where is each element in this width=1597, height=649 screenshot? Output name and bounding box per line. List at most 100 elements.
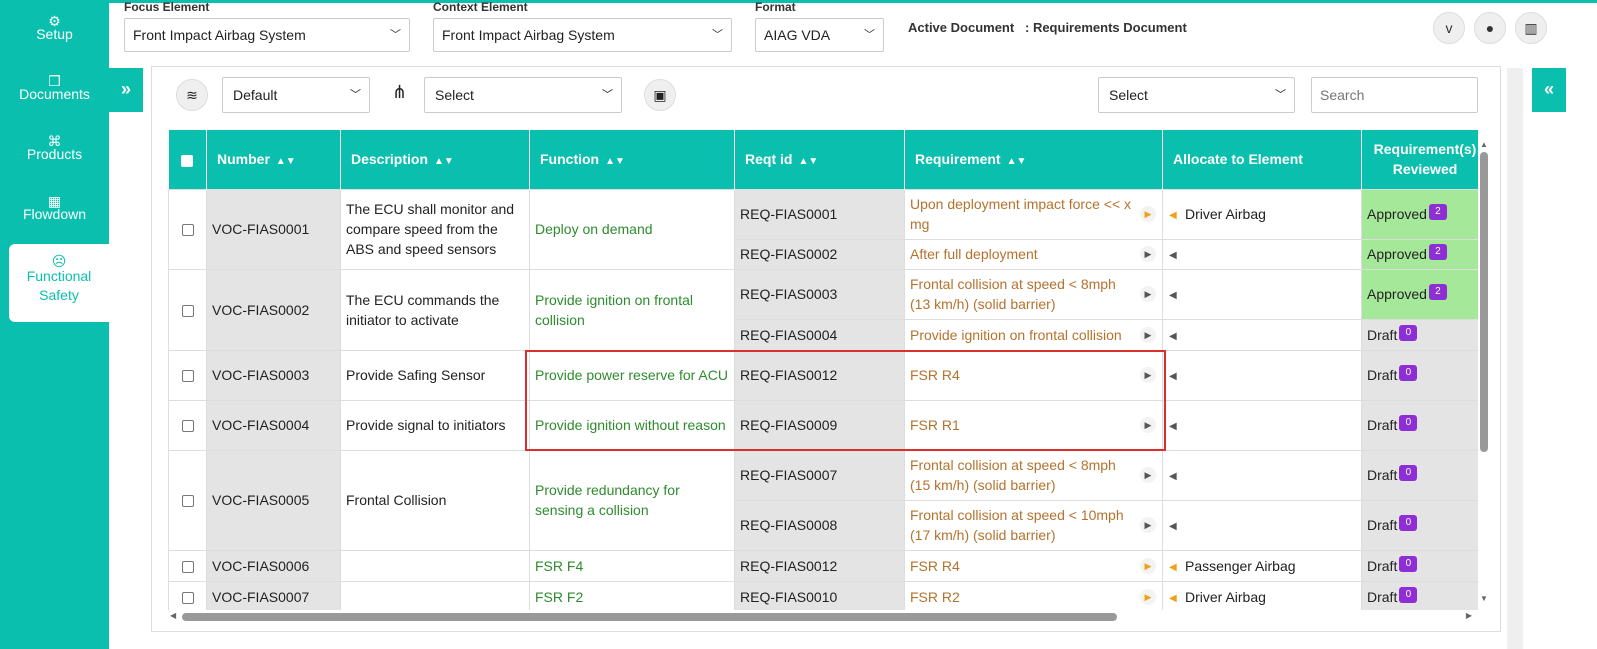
comment-badge-icon[interactable]: 0 xyxy=(1399,586,1418,603)
collapse-left-icon[interactable]: ◀ xyxy=(1169,417,1177,437)
row-checkbox[interactable] xyxy=(181,495,194,508)
row-checkbox[interactable] xyxy=(181,370,194,383)
horizontal-scrollbar[interactable]: ◀ ▶ xyxy=(168,611,1478,623)
expand-right-icon[interactable]: ▶ xyxy=(1140,286,1156,302)
row-checkbox-cell[interactable] xyxy=(168,188,207,270)
collapse-left-icon[interactable]: ◀ xyxy=(1169,589,1177,609)
row-checkbox-cell[interactable] xyxy=(168,449,207,551)
horizontal-scroll-thumb[interactable] xyxy=(182,613,1117,621)
row-checkbox[interactable] xyxy=(181,420,194,433)
chart-button[interactable]: ▥ xyxy=(1515,12,1547,44)
expand-right-icon[interactable]: ▶ xyxy=(1140,206,1156,222)
row-checkbox[interactable] xyxy=(181,591,194,604)
expand-right-icon[interactable]: ▶ xyxy=(1140,517,1156,533)
sidebar-item-flowdown[interactable]: ▦ Flowdown xyxy=(0,184,109,244)
allocate-cell[interactable]: ◀ Passenger Airbag xyxy=(1162,549,1362,582)
function-cell[interactable]: Provide ignition without reason xyxy=(529,399,735,451)
requirement-cell[interactable]: Provide ignition on frontal collision ▶ xyxy=(904,318,1163,351)
requirement-cell[interactable]: Frontal collision at speed < 10mph (17 k… xyxy=(904,499,1163,551)
row-checkbox[interactable] xyxy=(181,224,194,237)
function-cell[interactable]: FSR F2 xyxy=(529,580,735,610)
requirement-cell[interactable]: Upon deployment impact force << x mg ▶ xyxy=(904,188,1163,240)
allocate-cell[interactable]: ◀ xyxy=(1162,238,1362,270)
collapse-left-icon[interactable]: ◀ xyxy=(1169,558,1177,578)
requirement-cell[interactable]: After full deployment ▶ xyxy=(904,238,1163,270)
function-cell[interactable]: FSR F4 xyxy=(529,549,735,582)
row-checkbox-cell[interactable] xyxy=(168,549,207,582)
requirement-cell[interactable]: FSR R2 ▶ xyxy=(904,580,1163,610)
review-status-cell[interactable]: Draft 0 xyxy=(1361,399,1478,451)
requirement-cell[interactable]: Frontal collision at speed < 8mph (15 km… xyxy=(904,449,1163,501)
row-checkbox-cell[interactable] xyxy=(168,399,207,451)
collapse-left-icon[interactable]: ◀ xyxy=(1169,517,1177,537)
scroll-left-icon[interactable]: ◀ xyxy=(170,611,176,620)
row-checkbox[interactable] xyxy=(181,304,194,317)
vertical-scrollbar[interactable]: ▲ ▼ xyxy=(1478,140,1490,603)
row-checkbox-cell[interactable] xyxy=(168,349,207,401)
review-status-cell[interactable]: Approved 2 xyxy=(1361,238,1478,270)
row-checkbox[interactable] xyxy=(181,560,194,573)
allocate-cell[interactable]: ◀ xyxy=(1162,318,1362,351)
sidebar-item-setup[interactable]: ⚙ Setup xyxy=(0,4,109,64)
collapse-left-icon[interactable]: ◀ xyxy=(1169,206,1177,226)
context-element-select[interactable]: Front Impact Airbag System ﹀ xyxy=(433,18,732,52)
select-all-header[interactable] xyxy=(168,130,207,189)
expand-right-icon[interactable]: ▶ xyxy=(1140,588,1156,605)
expand-right-icon[interactable]: ▶ xyxy=(1140,326,1156,343)
review-status-cell[interactable]: Draft 0 xyxy=(1361,318,1478,351)
scroll-up-icon[interactable]: ▲ xyxy=(1478,140,1490,149)
search-input[interactable] xyxy=(1311,77,1478,113)
function-cell[interactable]: Provide power reserve for ACU xyxy=(529,349,735,401)
requirement-cell[interactable]: FSR R4 ▶ xyxy=(904,549,1163,582)
scroll-right-icon[interactable]: ▶ xyxy=(1466,611,1472,620)
view-select[interactable]: Default ﹀ xyxy=(222,77,370,113)
row-checkbox-cell[interactable] xyxy=(168,268,207,351)
allocate-cell[interactable]: ◀ xyxy=(1162,349,1362,401)
select-all-checkbox[interactable] xyxy=(181,154,194,167)
requirement-cell[interactable]: FSR R4 ▶ xyxy=(904,349,1163,401)
allocate-cell[interactable]: ◀ Driver Airbag xyxy=(1162,580,1362,610)
header-number[interactable]: Number ▲▼ xyxy=(206,130,341,189)
expand-right-icon[interactable]: ▶ xyxy=(1140,557,1156,574)
requirement-cell[interactable]: Frontal collision at speed < 8mph (13 km… xyxy=(904,268,1163,320)
scroll-down-icon[interactable]: ▼ xyxy=(1478,594,1490,603)
right-select[interactable]: Select ﹀ xyxy=(1098,77,1295,113)
comment-badge-icon[interactable]: 0 xyxy=(1399,465,1418,481)
comment-badge-icon[interactable]: 2 xyxy=(1428,204,1447,220)
collapse-left-icon[interactable]: ◀ xyxy=(1169,367,1177,387)
vertical-scroll-thumb[interactable] xyxy=(1480,152,1488,452)
comment-badge-icon[interactable]: 2 xyxy=(1428,284,1447,300)
allocate-cell[interactable]: ◀ xyxy=(1162,449,1362,501)
collapse-left-icon[interactable]: ◀ xyxy=(1169,246,1177,266)
collapse-left-icon[interactable]: ◀ xyxy=(1169,286,1177,306)
requirement-cell[interactable]: FSR R1 ▶ xyxy=(904,399,1163,451)
expand-right-button[interactable]: « xyxy=(1532,68,1566,112)
row-checkbox-cell[interactable] xyxy=(168,580,207,610)
focus-element-select[interactable]: Front Impact Airbag System ﹀ xyxy=(124,18,410,52)
allocate-cell[interactable]: ◀ Driver Airbag xyxy=(1162,188,1362,240)
allocate-cell[interactable]: ◀ xyxy=(1162,399,1362,451)
comment-badge-icon[interactable]: 0 xyxy=(1399,365,1418,381)
comment-badge-icon[interactable]: 0 xyxy=(1399,415,1418,431)
expand-right-icon[interactable]: ▶ xyxy=(1140,417,1156,433)
review-status-cell[interactable]: Draft 0 xyxy=(1361,449,1478,501)
sidebar-item-functional-safety[interactable]: ☹ Functional Safety xyxy=(9,244,109,322)
review-status-cell[interactable]: Draft 0 xyxy=(1361,549,1478,582)
drop-button[interactable]: ● xyxy=(1474,12,1506,44)
review-status-cell[interactable]: Draft 0 xyxy=(1361,580,1478,610)
header-description[interactable]: Description ▲▼ xyxy=(340,130,530,189)
vimeo-button[interactable]: v xyxy=(1433,12,1465,44)
review-status-cell[interactable]: Draft 0 xyxy=(1361,499,1478,551)
review-status-cell[interactable]: Draft 0 xyxy=(1361,349,1478,401)
collapse-left-icon[interactable]: ◀ xyxy=(1169,467,1177,487)
function-cell[interactable]: Provide redundancy for sensing a collisi… xyxy=(529,449,735,551)
flow-select[interactable]: Select ﹀ xyxy=(424,77,622,113)
expand-right-icon[interactable]: ▶ xyxy=(1140,367,1156,383)
function-cell[interactable]: Provide ignition on frontal collision xyxy=(529,268,735,351)
allocate-cell[interactable]: ◀ xyxy=(1162,499,1362,551)
expand-right-icon[interactable]: ▶ xyxy=(1140,467,1156,483)
comment-badge-icon[interactable]: 2 xyxy=(1428,244,1447,260)
sidebar-item-products[interactable]: ⌘ Products xyxy=(0,124,109,184)
sidebar-item-documents[interactable]: ❐ Documents xyxy=(0,64,109,124)
comment-badge-icon[interactable]: 0 xyxy=(1399,324,1418,341)
